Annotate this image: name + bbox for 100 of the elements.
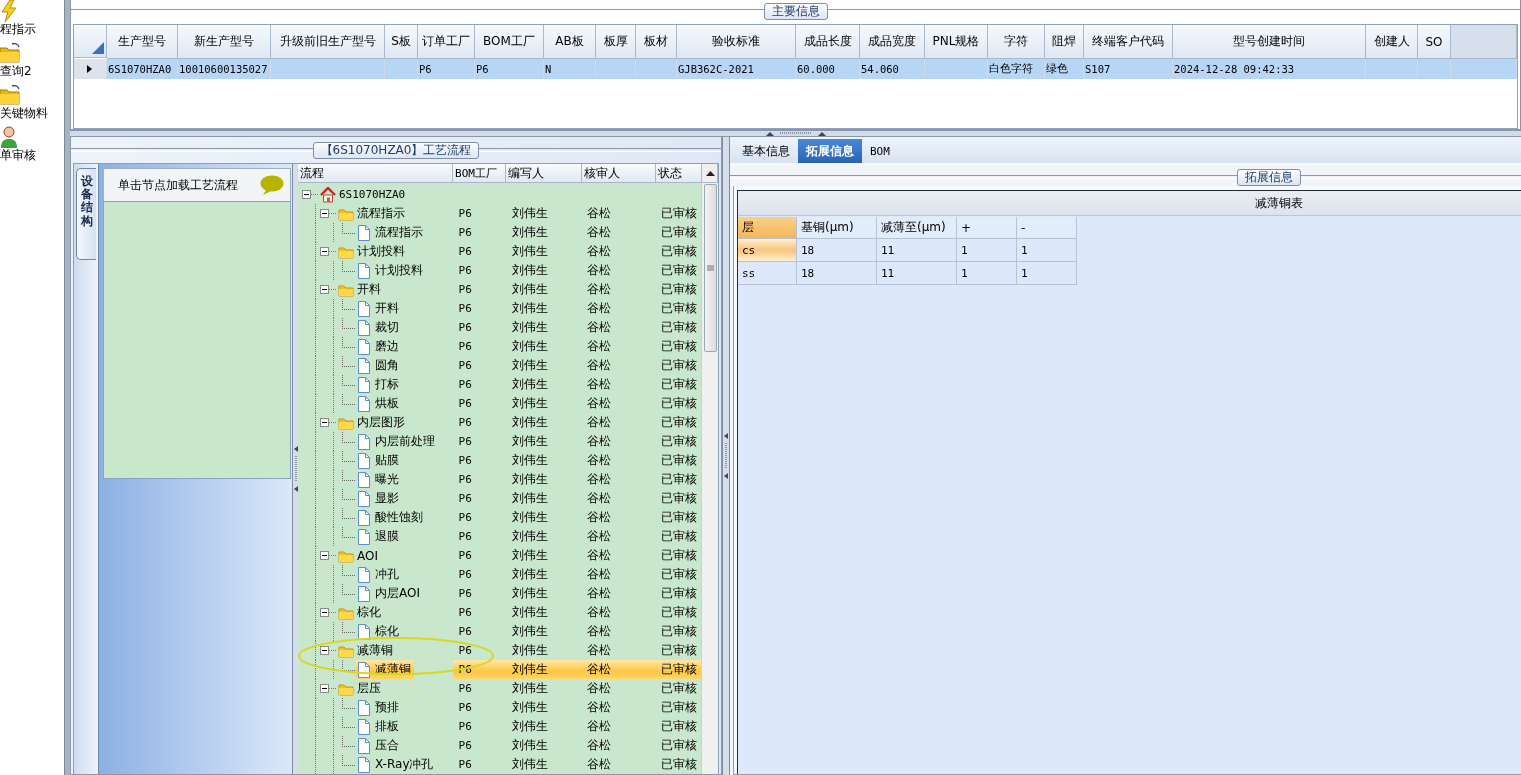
tree-row[interactable]: 6S1070HZA0: [298, 185, 701, 204]
column-header[interactable]: SO: [1418, 25, 1451, 59]
column-header[interactable]: 创建人: [1366, 25, 1418, 59]
tree-row[interactable]: 压合 P6 刘伟生 谷松 已审核: [298, 736, 701, 755]
nav-label[interactable]: 查询2: [0, 64, 32, 78]
tree-cell: 已审核: [660, 490, 697, 507]
node-label: 裁切: [374, 319, 400, 336]
lightning-icon[interactable]: [0, 0, 20, 22]
splitter-handle[interactable]: [293, 446, 298, 492]
document-icon: [356, 528, 372, 545]
scroll-up-icon[interactable]: [706, 170, 716, 176]
tab[interactable]: BOM: [862, 139, 898, 163]
folder-icon[interactable]: [0, 84, 20, 106]
tree-row[interactable]: 打标 P6 刘伟生 谷松 已审核: [298, 375, 701, 394]
tree-row[interactable]: 排板 P6 刘伟生 谷松 已审核: [298, 717, 701, 736]
tree-cell: P6: [458, 587, 472, 600]
column-header[interactable]: 基铜(μm): [797, 217, 877, 239]
tree-row[interactable]: 开料 P6 刘伟生 谷松 已审核: [298, 280, 701, 299]
tree-row[interactable]: 裁切 P6 刘伟生 谷松 已审核: [298, 318, 701, 337]
column-header[interactable]: BOM工厂: [453, 164, 507, 183]
tree-cell: 谷松: [586, 471, 611, 488]
collapse-icon[interactable]: [320, 551, 338, 560]
tree-cell: 谷松: [586, 642, 611, 659]
tree-cell: 已审核: [660, 300, 697, 317]
folder-icon[interactable]: [0, 42, 20, 64]
tree-row[interactable]: 贴膜 P6 刘伟生 谷松 已审核: [298, 451, 701, 470]
tree-row[interactable]: 预排 P6 刘伟生 谷松 已审核: [298, 698, 701, 717]
column-header[interactable]: AB板: [544, 25, 596, 59]
tree-row[interactable]: 开料 P6 刘伟生 谷松 已审核: [298, 299, 701, 318]
tree-row[interactable]: 酸性蚀刻 P6 刘伟生 谷松 已审核: [298, 508, 701, 527]
column-header[interactable]: 板材: [636, 25, 677, 59]
side-tab[interactable]: 设备结构: [76, 168, 96, 260]
tree-row[interactable]: 烘板 P6 刘伟生 谷松 已审核: [298, 394, 701, 413]
column-header[interactable]: 订单工厂: [418, 25, 475, 59]
collapse-icon[interactable]: [320, 418, 338, 427]
column-header[interactable]: +: [957, 217, 1017, 239]
collapse-icon[interactable]: [320, 285, 338, 294]
tree-row[interactable]: X-Ray冲孔 P6 刘伟生 谷松 已审核: [298, 755, 701, 774]
tree-row[interactable]: 磨边 P6 刘伟生 谷松 已审核: [298, 337, 701, 356]
person-icon[interactable]: [0, 126, 20, 148]
tree-row[interactable]: 显影 P6 刘伟生 谷松 已审核: [298, 489, 701, 508]
column-header[interactable]: 状态: [655, 164, 703, 183]
column-header[interactable]: 字符: [988, 25, 1045, 59]
column-header[interactable]: 型号创建时间: [1173, 25, 1366, 59]
tree-row[interactable]: 冲孔 P6 刘伟生 谷松 已审核: [298, 565, 701, 584]
nav-label[interactable]: 单审核: [0, 148, 36, 162]
tree-cell: 已审核: [660, 376, 697, 393]
tree-cell: P6: [458, 245, 472, 258]
collapse-icon[interactable]: [320, 247, 338, 256]
column-header[interactable]: 编写人: [506, 164, 582, 183]
collapse-icon[interactable]: [302, 190, 320, 199]
column-header[interactable]: 终端客户代码: [1084, 25, 1173, 59]
tree-row[interactable]: 计划投料 P6 刘伟生 谷松 已审核: [298, 242, 701, 261]
tab[interactable]: 基本信息: [734, 139, 798, 163]
column-header[interactable]: 核审人: [581, 164, 656, 183]
column-header[interactable]: BOM工厂: [475, 25, 544, 59]
tree-row[interactable]: 计划投料 P6 刘伟生 谷松 已审核: [298, 261, 701, 280]
column-header[interactable]: 板厚: [596, 25, 636, 59]
tree-row[interactable]: 棕化 P6 刘伟生 谷松 已审核: [298, 622, 701, 641]
nav-label[interactable]: 程指示: [0, 22, 36, 36]
tree-row[interactable]: 退膜 P6 刘伟生 谷松 已审核: [298, 527, 701, 546]
column-header[interactable]: PNL规格: [925, 25, 988, 59]
column-header[interactable]: -: [1017, 217, 1077, 239]
tree-row[interactable]: 曝光 P6 刘伟生 谷松 已审核: [298, 470, 701, 489]
tree-row[interactable]: 内层图形 P6 刘伟生 谷松 已审核: [298, 413, 701, 432]
column-header[interactable]: 流程: [298, 164, 454, 183]
column-header[interactable]: 生产型号: [107, 25, 178, 59]
tree-row[interactable]: 层压 P6 刘伟生 谷松 已审核: [298, 679, 701, 698]
tab[interactable]: 拓展信息: [798, 139, 862, 163]
tree-row[interactable]: 内层前处理 P6 刘伟生 谷松 已审核: [298, 432, 701, 451]
column-header[interactable]: 层: [738, 217, 797, 239]
document-icon: [356, 756, 372, 773]
column-header[interactable]: 新生产型号: [178, 25, 271, 59]
column-header[interactable]: 成品宽度: [860, 25, 925, 59]
table-row[interactable]: 6S1070HZA0 10010600135027 P6 P6 N GJB362C-2021 60.000 54.060 白色字符 绿色 S107 2024-12-28 09:42:33: [74, 59, 1517, 79]
tree-row[interactable]: 减薄铜 P6 刘伟生 谷松 已审核: [298, 641, 701, 660]
tree-row[interactable]: AOI P6 刘伟生 谷松 已审核: [298, 546, 701, 565]
splitter-handle[interactable]: [765, 131, 826, 136]
collapse-icon[interactable]: [320, 209, 338, 218]
tree-row[interactable]: 流程指示 P6 刘伟生 谷松 已审核: [298, 204, 701, 223]
tree-row[interactable]: 圆角 P6 刘伟生 谷松 已审核: [298, 356, 701, 375]
grip-icon: [706, 264, 714, 272]
tree-row[interactable]: 内层AOI P6 刘伟生 谷松 已审核: [298, 584, 701, 603]
tree-row[interactable]: 流程指示 P6 刘伟生 谷松 已审核: [298, 223, 701, 242]
column-header[interactable]: S板: [385, 25, 418, 59]
column-header[interactable]: 验收标准: [677, 25, 796, 59]
column-header[interactable]: 升级前旧生产型号: [271, 25, 385, 59]
column-header[interactable]: 减薄至(μm): [877, 217, 957, 239]
column-header[interactable]: 成品长度: [796, 25, 860, 59]
nav-label[interactable]: 关键物料: [0, 106, 48, 120]
tree-row[interactable]: 棕化 P6 刘伟生 谷松 已审核: [298, 603, 701, 622]
collapse-icon[interactable]: [320, 608, 338, 617]
collapse-icon[interactable]: [320, 684, 338, 693]
splitter-handle[interactable]: [724, 433, 728, 479]
node-label: 开料: [356, 281, 382, 298]
column-header[interactable]: 阻焊: [1045, 25, 1084, 59]
collapse-icon[interactable]: [320, 646, 338, 655]
scrollbar[interactable]: [701, 183, 718, 774]
tree-cell: 谷松: [586, 376, 611, 393]
table-cell: 6S1070HZA0: [107, 59, 178, 79]
